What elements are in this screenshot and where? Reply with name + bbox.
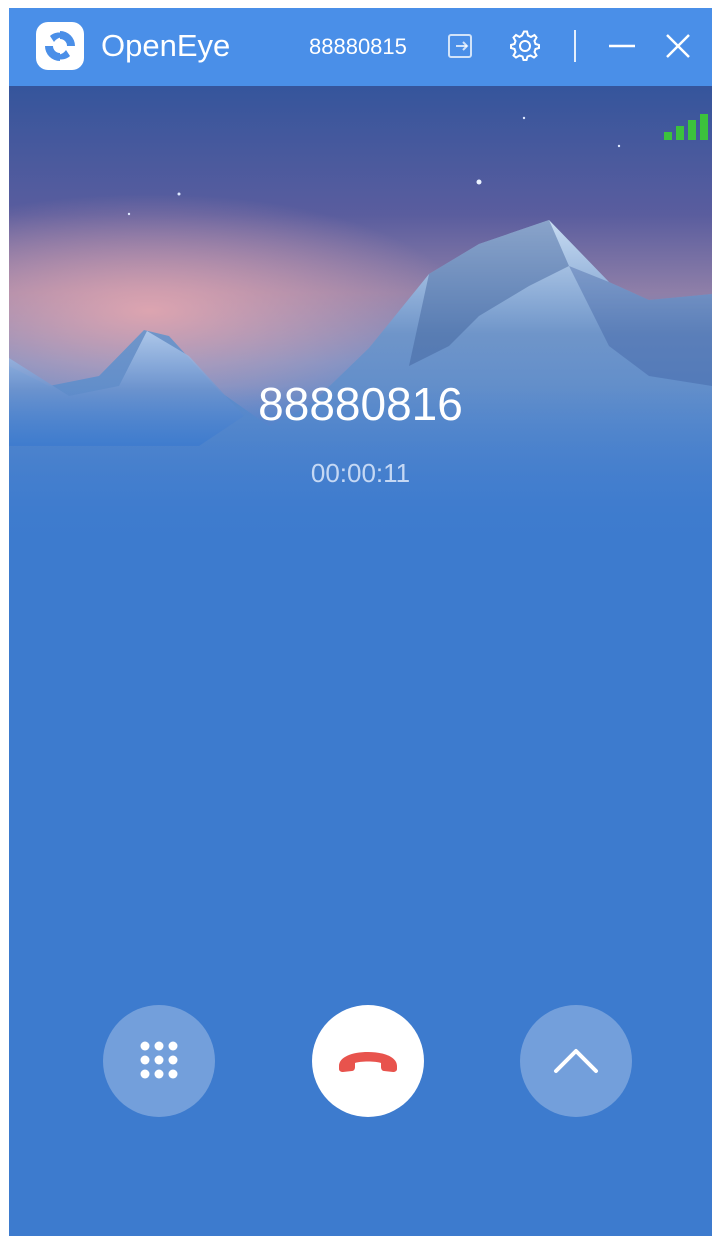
keypad-button[interactable]: [103, 1005, 215, 1117]
openeye-logo-icon: [36, 22, 84, 70]
keypad-icon: [140, 1041, 178, 1079]
expand-button[interactable]: [520, 1005, 632, 1117]
account-number: 88880815: [309, 34, 407, 59]
hangup-icon: [339, 1052, 397, 1072]
title-bar[interactable]: OpenEye 88880815: [9, 8, 712, 86]
call-window: OpenEye 88880815 88880816 00:00:11: [9, 8, 712, 1236]
close-icon[interactable]: [662, 30, 694, 62]
gear-icon[interactable]: [509, 30, 541, 62]
hangup-button[interactable]: [312, 1005, 424, 1117]
app-title: OpenEye: [101, 28, 231, 63]
logout-icon[interactable]: [445, 30, 477, 62]
minimize-icon[interactable]: [606, 30, 638, 62]
chevron-up-icon: [554, 1049, 598, 1073]
callee-number: 88880816: [258, 378, 463, 430]
titlebar-divider: [574, 30, 576, 62]
call-duration: 00:00:11: [310, 458, 411, 488]
signal-strength-icon: [664, 112, 710, 140]
